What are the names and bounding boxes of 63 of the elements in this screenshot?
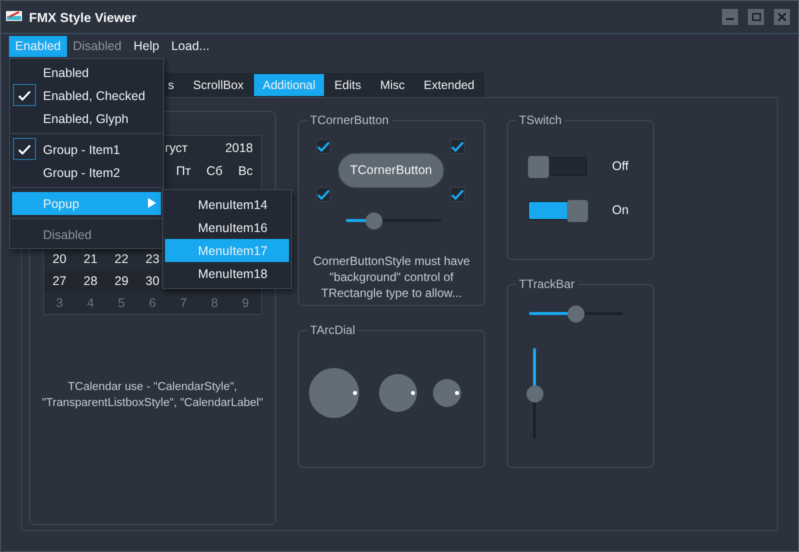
track-bar[interactable] <box>526 348 543 439</box>
tab[interactable]: Extended <box>414 73 484 97</box>
calendar-year: 2018 <box>225 140 253 155</box>
calendar-caption: TCalendar use - "CalendarStyle", "TransparentListboxStyle", "CalendarLabel" <box>40 380 264 411</box>
calendar-day[interactable]: 28 <box>84 274 98 288</box>
arc-dial[interactable] <box>309 368 359 418</box>
corner-button-caption: CornerButtonStyle must have "background" control of TRectangle type to allow... <box>312 253 471 301</box>
toggle-switch[interactable] <box>528 156 587 176</box>
calendar-day[interactable]: 22 <box>114 252 128 266</box>
menu-item[interactable]: MenuItem16 <box>165 216 289 239</box>
calendar-day[interactable]: 20 <box>52 252 66 266</box>
calendar-day[interactable]: 30 <box>146 274 160 288</box>
weekday-label: Сб <box>206 164 223 178</box>
calendar-day[interactable]: 21 <box>84 252 98 266</box>
weekday-label: Вс <box>238 164 253 178</box>
calendar-month: густ <box>165 140 188 155</box>
maximize-icon <box>752 13 760 21</box>
switch-label: Off <box>612 159 628 173</box>
menu-item[interactable]: Enabled <box>12 61 161 84</box>
weekday-label: Пт <box>176 164 191 178</box>
calendar-day[interactable]: 27 <box>52 274 66 288</box>
menu-item[interactable]: Enabled, Glyph <box>12 107 161 130</box>
check-icon <box>451 140 464 152</box>
arc-dial[interactable] <box>433 379 461 407</box>
checkbox[interactable] <box>316 186 331 202</box>
menu-bar-item[interactable]: Help <box>128 36 166 57</box>
menu-bar-item[interactable]: Load... <box>165 36 216 57</box>
submenu-arrow-icon <box>148 198 156 208</box>
check-icon <box>317 140 330 152</box>
check-icon <box>451 188 464 200</box>
arc-dial[interactable] <box>379 374 417 412</box>
menu-item[interactable]: MenuItem14 <box>165 193 289 216</box>
checkbox[interactable] <box>316 138 331 154</box>
group-title: TCornerButton <box>309 114 390 126</box>
checkbox[interactable] <box>450 138 465 154</box>
track-bar[interactable] <box>529 305 623 322</box>
menu-item[interactable]: Group - Item1 <box>12 138 161 161</box>
close-button[interactable] <box>774 9 790 25</box>
app-icon <box>6 10 22 24</box>
checkbox[interactable] <box>450 186 465 202</box>
toggle-switch[interactable] <box>528 200 587 220</box>
slider-thumb[interactable] <box>365 212 382 229</box>
group-title: TSwitch <box>518 114 563 126</box>
calendar-day[interactable]: 23 <box>146 252 160 266</box>
check-icon <box>317 188 330 200</box>
menu-item[interactable]: Group - Item2 <box>12 161 161 184</box>
group-title: TTrackBar <box>518 278 576 290</box>
menu-item[interactable]: Enabled, Checked <box>12 84 161 107</box>
menu-item[interactable]: MenuItem18 <box>165 262 289 285</box>
group-title: TArcDial <box>309 324 356 336</box>
slider-thumb[interactable] <box>568 305 584 322</box>
switch-label: On <box>612 203 629 217</box>
maximize-button[interactable] <box>748 9 764 25</box>
minimize-button[interactable] <box>722 9 738 25</box>
tab[interactable]: Edits <box>324 73 372 97</box>
slider-thumb[interactable] <box>526 385 543 402</box>
tab[interactable]: ScrollBox <box>183 73 254 97</box>
corner-button[interactable]: TCornerButton <box>338 152 444 188</box>
window-title: FMX Style Viewer <box>29 10 138 24</box>
close-icon <box>778 13 786 21</box>
slider[interactable] <box>346 212 441 229</box>
calendar-day[interactable]: 29 <box>114 274 128 288</box>
tab[interactable]: Misc <box>370 73 415 97</box>
